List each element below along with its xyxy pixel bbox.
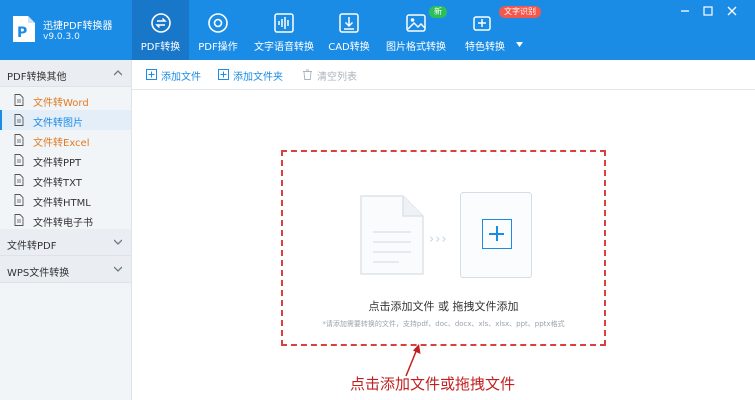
chevron-down-icon [114, 266, 122, 272]
nav-label: PDF操作 [198, 42, 238, 53]
pdf-operation-icon [208, 13, 228, 33]
annotation-text: 点击添加文件或拖拽文件 [350, 375, 516, 393]
ocr-badge: 文字识别 [499, 6, 541, 18]
add-folder-label: 添加文件夹 [233, 72, 283, 83]
drop-zone[interactable]: ››› 点击添加文件 或 拖拽文件添加 *请添加需要转换的文件，支持pdf、do… [281, 150, 606, 346]
app-logo-icon: P [13, 16, 35, 42]
nav-tab-special-convert[interactable]: 特色转换 文字识别 [457, 0, 541, 60]
nav-tab-image-format[interactable]: 图片格式转换 新 [384, 0, 448, 60]
document-icon [14, 134, 24, 146]
app-brand: P 迅捷PDF转换器 v9.0.3.0 [10, 11, 130, 49]
drop-zone-title: 点击添加文件 或 拖拽文件添加 [368, 300, 519, 313]
restore-icon[interactable] [700, 4, 716, 18]
toolbar: 添加文件 添加文件夹 清空列表 [132, 60, 755, 90]
sidebar-item-label: 文件转PPT [33, 158, 82, 169]
convert-icon [150, 13, 171, 33]
sidebar-group-file-to-pdf[interactable]: 文件转PDF [0, 229, 131, 256]
sidebar-item-to-image[interactable]: 文件转图片 [0, 110, 131, 130]
sidebar-group-title: 文件转PDF [7, 241, 57, 252]
image-icon [406, 14, 426, 32]
drop-zone-hint: *请添加需要转换的文件，支持pdf、doc、docx、xls、xlsx、ppt、… [322, 320, 565, 328]
sidebar-group-title: WPS文件转换 [7, 268, 70, 279]
minimize-icon[interactable] [677, 4, 693, 18]
nav-label: PDF转换 [140, 42, 181, 53]
nav-label: 特色转换 [465, 42, 505, 53]
arrows-icon: ››› [429, 232, 448, 247]
sidebar-item-label: 文件转图片 [33, 118, 83, 129]
sidebar-item-to-ppt[interactable]: 文件转PPT [0, 150, 131, 170]
clear-list-label: 清空列表 [317, 72, 357, 83]
trash-icon [303, 69, 312, 80]
document-icon [14, 194, 24, 206]
app-version: v9.0.3.0 [43, 32, 80, 42]
nav-tab-cad-convert[interactable]: CAD转换 [322, 0, 376, 60]
sidebar-group-pdf-to-other[interactable]: PDF转换其他 [0, 60, 131, 87]
sidebar: PDF转换其他 文件转Word 文件转图片 文件转Excel 文件转PPT 文件… [0, 60, 132, 400]
title-bar: P 迅捷PDF转换器 v9.0.3.0 PDF转换 PDF操作 文字语音转换 C… [0, 0, 755, 60]
nav-tab-text-speech[interactable]: 文字语音转换 [252, 0, 316, 60]
add-card[interactable] [460, 192, 532, 278]
app-name: 迅捷PDF转换器 [43, 21, 113, 32]
close-icon[interactable] [724, 4, 740, 18]
add-file-label: 添加文件 [161, 72, 201, 83]
sidebar-group-title: PDF转换其他 [7, 72, 67, 83]
add-file-icon [146, 69, 157, 80]
sidebar-item-to-txt[interactable]: 文件转TXT [0, 170, 131, 190]
document-icon [14, 94, 24, 106]
document-icon [14, 114, 24, 126]
selected-indicator [0, 110, 2, 130]
sidebar-item-to-ebook[interactable]: 文件转电子书 [0, 210, 131, 230]
cad-download-icon [339, 13, 359, 33]
sidebar-group-wps-convert[interactable]: WPS文件转换 [0, 256, 131, 283]
special-convert-icon [473, 16, 491, 31]
audio-wave-icon [274, 13, 294, 33]
sidebar-item-label: 文件转电子书 [33, 218, 93, 229]
svg-text:P: P [17, 25, 27, 41]
document-icon [14, 214, 24, 226]
chevron-down-icon [114, 239, 122, 245]
document-icon [14, 174, 24, 186]
document-icon [14, 154, 24, 166]
nav-tab-pdf-convert[interactable]: PDF转换 [132, 0, 189, 60]
sidebar-item-to-word[interactable]: 文件转Word [0, 90, 131, 110]
nav-label: CAD转换 [328, 42, 370, 53]
chevron-up-icon [114, 70, 122, 76]
add-folder-icon [218, 69, 229, 80]
nav-label: 图片格式转换 [386, 42, 446, 53]
nav-label: 文字语音转换 [254, 42, 314, 53]
annotation-arrow-icon [405, 344, 421, 377]
sidebar-item-to-excel[interactable]: 文件转Excel [0, 130, 131, 150]
sidebar-item-label: 文件转Excel [33, 138, 90, 149]
sidebar-item-to-html[interactable]: 文件转HTML [0, 190, 131, 210]
chevron-down-icon[interactable] [516, 42, 523, 47]
sidebar-item-label: 文件转Word [33, 98, 89, 109]
nav-tab-pdf-operation[interactable]: PDF操作 [192, 0, 244, 60]
document-illustration-icon [360, 195, 424, 275]
new-badge: 新 [429, 6, 447, 18]
sidebar-item-label: 文件转TXT [33, 178, 82, 189]
plus-icon [482, 219, 512, 249]
sidebar-item-label: 文件转HTML [33, 198, 91, 209]
